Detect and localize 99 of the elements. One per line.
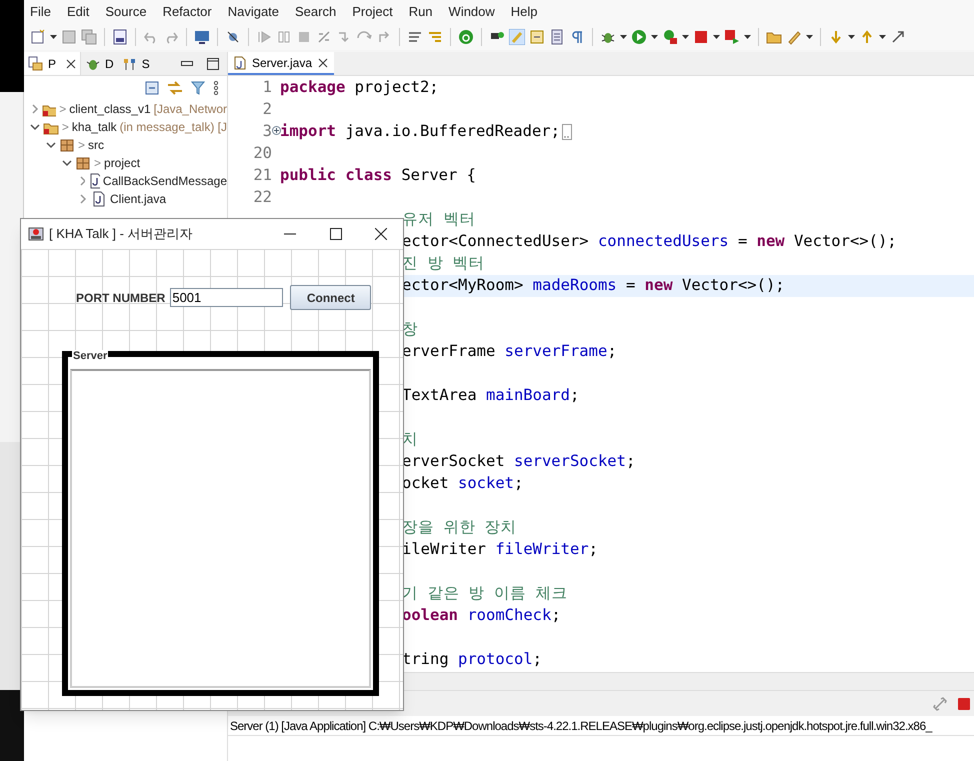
save-all-icon[interactable] <box>81 29 97 45</box>
menu-item[interactable]: Help <box>510 2 538 22</box>
caret-icon[interactable] <box>651 35 658 39</box>
dirty-marker: > <box>94 155 102 172</box>
code-line: 창 <box>402 319 418 340</box>
code-line: 치 <box>402 429 418 450</box>
code-line: import java.io.BufferedReader; <box>280 121 560 142</box>
collapsed-code-icon[interactable] <box>562 124 572 140</box>
line-number: 20 <box>253 144 272 162</box>
power-icon[interactable] <box>458 29 474 45</box>
view-tab[interactable]: P <box>24 52 82 75</box>
code-line: TextArea mainBoard; <box>402 385 580 406</box>
stop-icon[interactable] <box>958 698 970 710</box>
java-file-icon <box>91 191 107 207</box>
code-line: public class Server { <box>280 165 476 186</box>
code-line: 유저 벡터 <box>402 209 476 230</box>
menu-item[interactable]: Search <box>295 2 336 22</box>
tree-item[interactable]: project <box>104 154 140 172</box>
tree-item[interactable]: client_class_v1 <box>69 100 151 118</box>
pen-icon[interactable] <box>786 29 802 45</box>
chevron-down-icon[interactable] <box>30 122 40 132</box>
expand-fold-icon[interactable] <box>272 126 281 136</box>
external-tool-icon[interactable] <box>724 29 740 45</box>
caret-icon[interactable] <box>879 35 886 39</box>
caret-icon[interactable] <box>806 35 813 39</box>
menu-item[interactable]: Source <box>105 2 147 22</box>
connect-button[interactable]: Connect <box>290 285 372 310</box>
menu-item[interactable]: Refactor <box>162 2 212 22</box>
app-icon <box>28 226 44 242</box>
run-icon[interactable] <box>631 29 647 45</box>
tree-item[interactable]: CallBackSendMessage <box>102 172 227 190</box>
close-icon[interactable] <box>66 58 76 68</box>
tree-item-decoration: [Java_Networ <box>154 101 227 118</box>
source-folder-icon <box>59 137 75 153</box>
chevron-right-icon[interactable] <box>78 176 86 186</box>
code-line: ector<ConnectedUser> connectedUsers = new Vector<>(); <box>402 231 897 252</box>
menu-item[interactable]: Project <box>352 2 393 22</box>
chevron-right-icon[interactable] <box>78 194 88 204</box>
dirty-marker: > <box>78 137 86 154</box>
caret-icon[interactable] <box>744 35 751 39</box>
menu-item[interactable]: Edit <box>66 2 90 22</box>
close-icon[interactable] <box>318 58 328 68</box>
window-title: [ KHA Talk ] - 서버관리자 <box>49 225 193 244</box>
code-line: erverFrame serverFrame; <box>402 341 617 362</box>
dirty-marker: > <box>62 119 69 136</box>
code-line: oolean roomCheck; <box>402 605 561 626</box>
package-folder-icon <box>28 56 44 72</box>
editor-tab[interactable]: Server.java <box>228 52 334 75</box>
tree-item-decoration: (in message_talk) [J <box>120 119 227 136</box>
tree-item[interactable]: src <box>88 136 104 154</box>
code-line: erverSocket serverSocket; <box>402 451 636 472</box>
maximize-icon[interactable] <box>330 228 342 240</box>
caret-icon[interactable] <box>713 35 720 39</box>
java-file-icon <box>234 56 246 70</box>
line-number: 3 <box>262 122 272 140</box>
line-number: 1 <box>262 78 272 96</box>
code-line: 장을 위한 장치 <box>402 517 517 538</box>
code-line: 진 방 벡터 <box>402 253 485 274</box>
binary-icon[interactable] <box>112 29 128 45</box>
dirty-marker: > <box>59 101 66 118</box>
tree-item[interactable]: Client.java <box>110 190 166 208</box>
menu-item[interactable]: Window <box>448 2 495 22</box>
chevron-down-icon[interactable] <box>46 140 56 150</box>
maximize-icon[interactable] <box>207 58 219 70</box>
caret-icon[interactable] <box>848 35 855 39</box>
port-label: PORT NUMBER <box>76 290 166 306</box>
menu-item[interactable]: Navigate <box>228 2 280 22</box>
code-line: package project2; <box>280 77 439 98</box>
menu-item[interactable]: Run <box>408 2 433 22</box>
port-input[interactable]: 5001 <box>170 288 284 307</box>
code-line: ector<MyRoom> madeRooms = new Vector<>(); <box>402 275 785 296</box>
code-line: ileWriter fileWriter; <box>402 539 598 560</box>
document-icon[interactable] <box>549 29 565 45</box>
monitor-icon[interactable] <box>194 29 210 45</box>
menu-item[interactable]: File <box>30 2 51 22</box>
close-icon[interactable] <box>375 228 387 240</box>
minimize-icon[interactable] <box>181 60 193 66</box>
code-line: 기 같은 방 이름 체크 <box>402 583 568 604</box>
code-line: ocket socket; <box>402 473 524 494</box>
code-line: tring protocol; <box>402 649 542 670</box>
new-icon[interactable] <box>30 29 46 45</box>
link-arrows-icon[interactable] <box>167 81 183 95</box>
package-icon <box>75 155 91 171</box>
chevron-right-icon[interactable] <box>30 104 39 114</box>
chevron-down-icon[interactable] <box>62 158 72 168</box>
terminate-icon[interactable] <box>693 29 709 45</box>
arrow-icon[interactable] <box>890 29 906 45</box>
caret-icon[interactable] <box>620 35 627 39</box>
collapse-all-icon[interactable] <box>145 81 159 95</box>
tree-item[interactable]: kha_talk <box>72 118 117 136</box>
run-config-icon[interactable] <box>662 29 678 45</box>
more-icon[interactable] <box>213 81 219 95</box>
java-file-icon <box>88 173 100 189</box>
line-number: 22 <box>253 188 272 206</box>
filter-icon[interactable] <box>191 81 205 95</box>
caret-icon[interactable] <box>682 35 689 39</box>
line-number: 21 <box>253 166 272 184</box>
line-number: 2 <box>262 100 272 118</box>
caret-icon[interactable] <box>50 35 57 39</box>
